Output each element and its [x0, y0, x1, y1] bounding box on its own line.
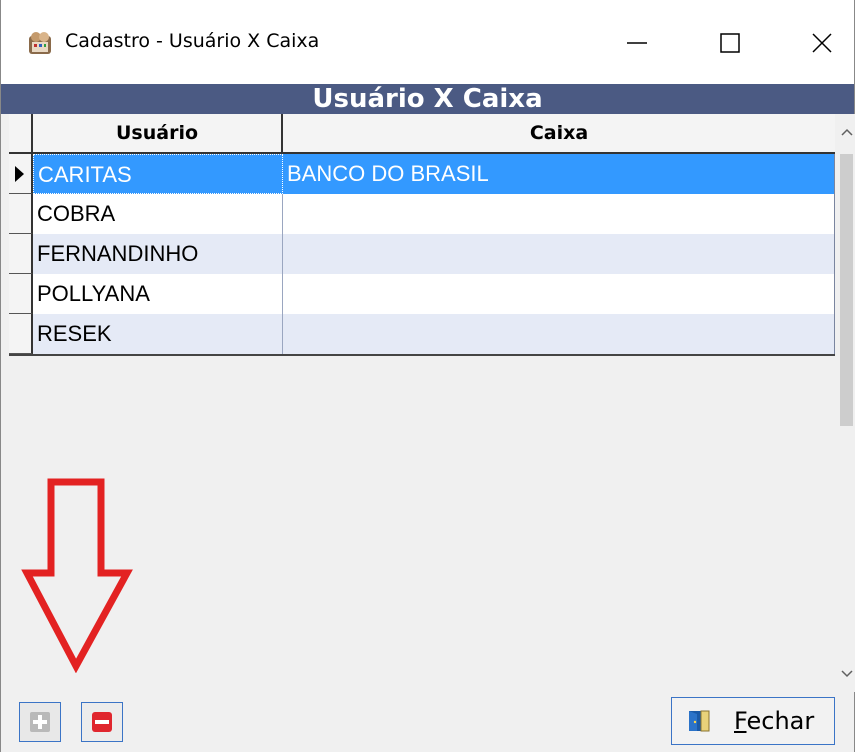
grid-bottom-border: [9, 354, 835, 356]
maximize-button[interactable]: [695, 16, 765, 70]
minimize-icon: [627, 42, 647, 44]
scroll-thumb[interactable]: [840, 154, 853, 426]
title-bar[interactable]: Cadastro - Usuário X Caixa: [1, 0, 854, 84]
table-row[interactable]: POLLYANA: [9, 274, 835, 314]
minimize-button[interactable]: [602, 16, 672, 70]
app-window: Cadastro - Usuário X Caixa Usuário X Cai…: [0, 0, 855, 752]
cell-usuario[interactable]: CARITAS: [33, 154, 283, 194]
cell-caixa[interactable]: [283, 274, 835, 314]
door-exit-icon: [689, 710, 710, 732]
table-row[interactable]: FERNANDINHO: [9, 234, 835, 274]
row-indicator[interactable]: [9, 234, 33, 274]
cell-caixa[interactable]: [283, 194, 835, 234]
cell-usuario[interactable]: POLLYANA: [33, 274, 283, 314]
cell-caixa[interactable]: BANCO DO BRASIL: [283, 154, 835, 194]
chevron-down-icon: [840, 670, 853, 678]
scroll-down-button[interactable]: [837, 656, 855, 692]
add-record-button[interactable]: [19, 702, 61, 742]
cell-caixa[interactable]: [283, 314, 835, 354]
row-indicator[interactable]: [9, 194, 33, 234]
close-button-label: Fechar: [734, 707, 815, 735]
table-row[interactable]: RESEK: [9, 314, 835, 354]
cell-usuario[interactable]: COBRA: [33, 194, 283, 234]
close-icon: [812, 33, 832, 53]
app-icon: [29, 32, 51, 54]
cell-usuario[interactable]: FERNANDINHO: [33, 234, 283, 274]
maximize-icon: [720, 33, 740, 53]
close-form-button[interactable]: Fechar: [671, 697, 835, 745]
vertical-scrollbar[interactable]: [837, 114, 855, 692]
scroll-up-button[interactable]: [837, 114, 855, 150]
minus-icon: [92, 712, 112, 732]
cell-usuario[interactable]: RESEK: [33, 314, 283, 354]
grid-header: Usuário Caixa: [9, 114, 835, 154]
grid-rows: CARITAS BANCO DO BRASIL COBRA FERNANDINH…: [9, 154, 835, 354]
row-indicator[interactable]: [9, 154, 33, 194]
row-indicator[interactable]: [9, 274, 33, 314]
current-row-arrow-icon: [15, 166, 24, 182]
column-header-caixa[interactable]: Caixa: [283, 114, 835, 152]
column-header-usuario[interactable]: Usuário: [33, 114, 283, 152]
table-row[interactable]: COBRA: [9, 194, 835, 234]
red-down-arrow-icon: [21, 478, 133, 673]
delete-record-button[interactable]: [81, 702, 123, 742]
header-band: Usuário X Caixa: [1, 84, 854, 114]
indicator-column-header: [9, 114, 33, 152]
chevron-up-icon: [840, 128, 853, 136]
page-title: Usuário X Caixa: [312, 84, 543, 114]
close-window-button[interactable]: [787, 16, 855, 70]
plus-icon: [30, 712, 50, 732]
table-row[interactable]: CARITAS BANCO DO BRASIL: [9, 154, 835, 194]
row-indicator[interactable]: [9, 314, 33, 354]
cell-caixa[interactable]: [283, 234, 835, 274]
window-title: Cadastro - Usuário X Caixa: [65, 30, 320, 52]
